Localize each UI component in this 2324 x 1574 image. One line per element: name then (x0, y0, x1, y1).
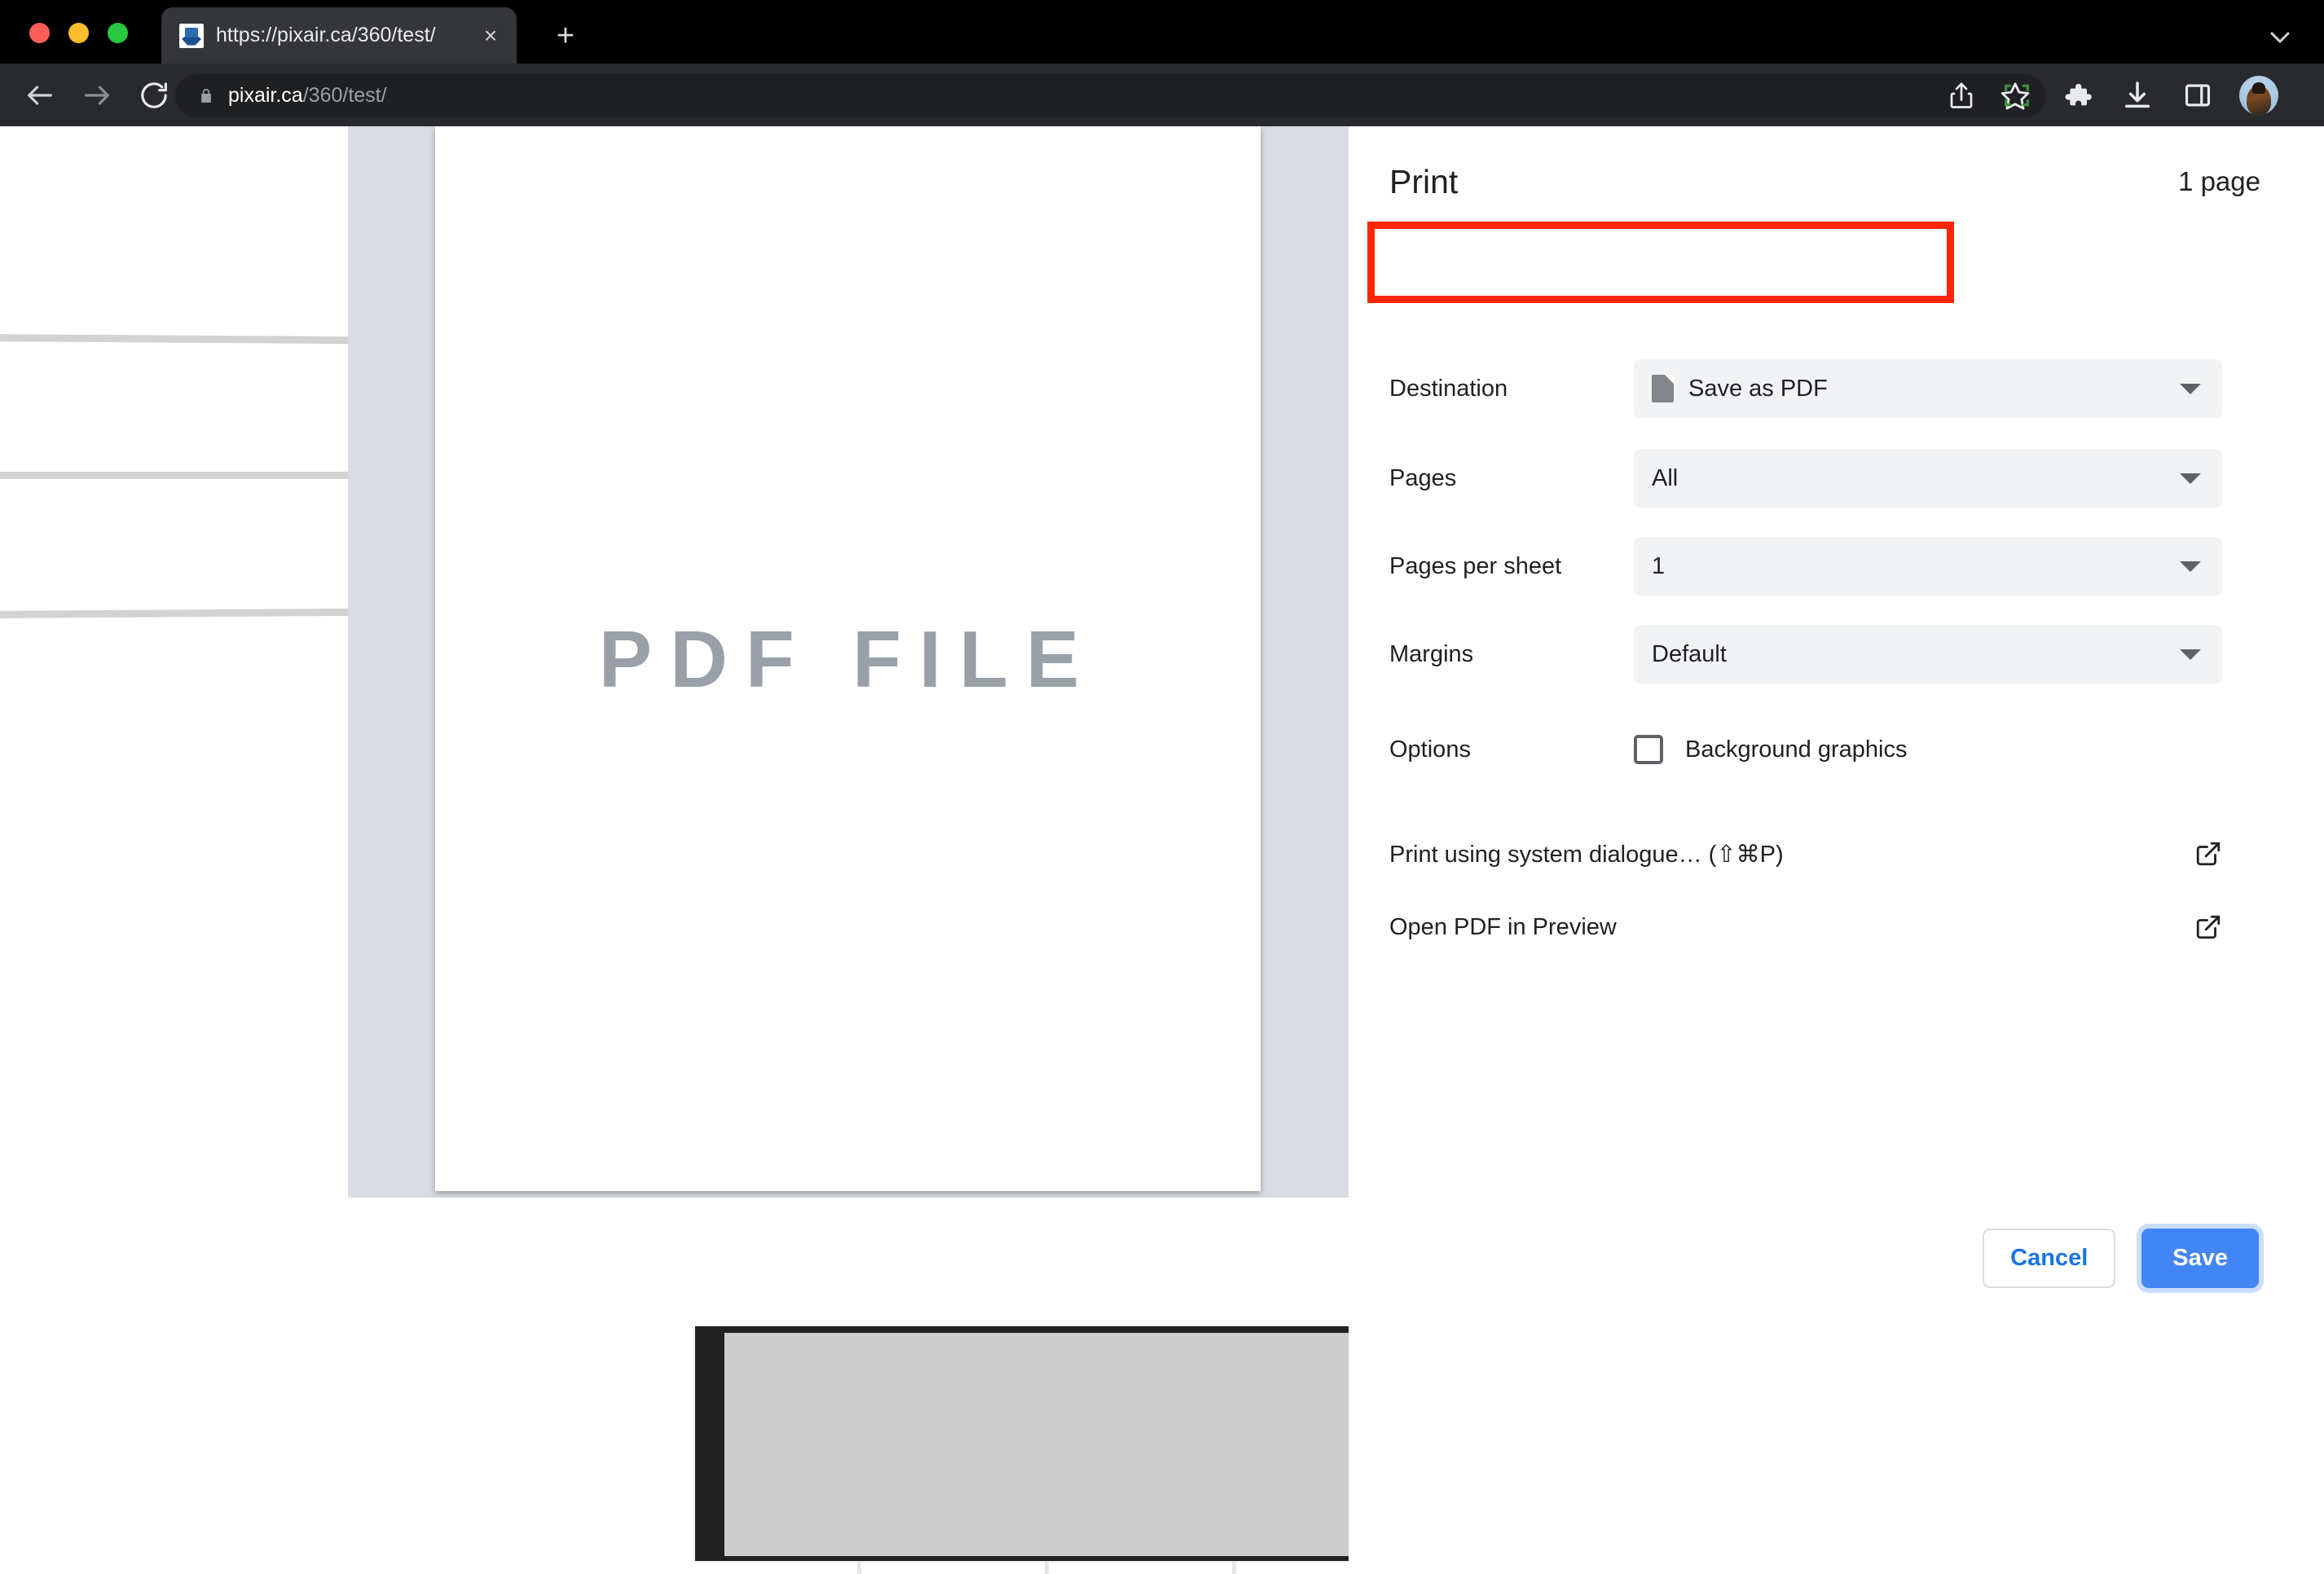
pages-per-sheet-value: 1 (1652, 552, 1666, 579)
pages-per-sheet-select[interactable]: 1 (1634, 537, 2222, 596)
margins-label: Margins (1389, 640, 1474, 667)
chrome-menu-icon[interactable] (2301, 77, 2308, 114)
extensions-puzzle-icon[interactable] (2058, 77, 2096, 114)
margins-value: Default (1652, 640, 1727, 667)
browser-chrome: https://pixair.ca/360/test/ × + pixair.c… (0, 0, 2324, 126)
destination-label: Destination (1389, 375, 1508, 402)
chevron-down-icon (2180, 473, 2201, 484)
page-title: Print (1389, 162, 1459, 200)
side-panel-icon[interactable] (2179, 77, 2216, 114)
external-link-icon (2194, 913, 2222, 941)
chevron-down-icon (2180, 649, 2201, 660)
setting-row-pages: Pages All (1389, 449, 2222, 508)
open-pdf-in-preview-label: Open PDF in Preview (1389, 913, 1617, 940)
print-preview-area: PDF FILE (348, 126, 1349, 1198)
address-bar-url: pixair.ca/360/test/ (228, 84, 387, 108)
downloads-icon[interactable] (2119, 77, 2156, 114)
chevron-down-icon[interactable] (2264, 21, 2296, 54)
pages-per-sheet-label: Pages per sheet (1389, 552, 1562, 579)
site-favicon-icon (179, 23, 204, 48)
chevron-down-icon (2180, 383, 2201, 394)
close-window-button[interactable] (29, 23, 50, 43)
page-count-label: 1 page (2178, 166, 2260, 196)
external-link-icon (2194, 840, 2222, 868)
minimize-window-button[interactable] (68, 23, 89, 43)
tab-strip: https://pixair.ca/360/test/ × + (0, 0, 2324, 64)
reload-icon[interactable] (132, 73, 176, 117)
print-dialog-footer: Cancel Save (1349, 1229, 2324, 1288)
setting-row-options: Options Background graphics (1389, 725, 2222, 774)
setting-row-pages-per-sheet: Pages per sheet 1 (1389, 537, 2222, 596)
toolbar-right-actions (1998, 72, 2308, 119)
url-path: /360/test/ (302, 84, 387, 107)
pages-label: Pages (1389, 464, 1457, 491)
pdf-document-icon (1652, 375, 1674, 402)
background-graphics-label: Background graphics (1685, 736, 1908, 763)
back-icon[interactable] (18, 73, 62, 117)
browser-toolbar: pixair.ca/360/test/ (0, 64, 2324, 126)
monitor-leg-3 (1232, 1562, 1236, 1574)
print-system-dialogue-link[interactable]: Print using system dialogue… (⇧⌘P) (1389, 829, 2222, 879)
lock-icon (198, 86, 214, 106)
cancel-button[interactable]: Cancel (1983, 1229, 2116, 1288)
monitor-leg-1 (857, 1562, 861, 1574)
open-pdf-in-preview-link[interactable]: Open PDF in Preview (1389, 902, 2222, 952)
forward-icon[interactable] (75, 73, 119, 117)
browser-tab[interactable]: https://pixair.ca/360/test/ × (161, 7, 517, 64)
background-graphics-checkbox[interactable] (1634, 735, 1663, 764)
save-button[interactable]: Save (2141, 1229, 2259, 1288)
new-tab-button[interactable]: + (548, 20, 583, 55)
pdf-preview-page: PDF FILE (435, 126, 1261, 1191)
print-dialog-header: Print 1 page (1349, 149, 2324, 214)
margins-select[interactable]: Default (1634, 625, 2222, 684)
pdf-page-text: PDF FILE (598, 614, 1098, 704)
cast-icon[interactable] (1998, 77, 2036, 114)
print-dialog-panel: Print 1 page Destination Save as PDF Pag… (1349, 126, 2324, 1574)
monitor-leg-2 (1045, 1562, 1049, 1574)
tab-title: https://pixair.ca/360/test/ (216, 24, 436, 46)
setting-row-margins: Margins Default (1389, 625, 2222, 684)
options-label: Options (1389, 736, 1471, 763)
chevron-down-icon (2180, 561, 2201, 572)
share-icon[interactable] (1943, 77, 1980, 115)
setting-row-destination: Destination Save as PDF (1389, 359, 2222, 418)
destination-value: Save as PDF (1688, 375, 1828, 402)
url-host: pixair.ca (228, 84, 303, 107)
profile-avatar[interactable] (2239, 76, 2278, 115)
window-controls (29, 23, 128, 43)
address-bar[interactable]: pixair.ca/360/test/ (175, 74, 2045, 117)
close-icon[interactable]: × (476, 21, 505, 51)
print-system-dialogue-label: Print using system dialogue… (⇧⌘P) (1389, 841, 1784, 868)
pages-value: All (1652, 464, 1679, 491)
pages-select[interactable]: All (1634, 449, 2222, 508)
maximize-window-button[interactable] (108, 23, 128, 43)
destination-select[interactable]: Save as PDF (1634, 359, 2222, 418)
